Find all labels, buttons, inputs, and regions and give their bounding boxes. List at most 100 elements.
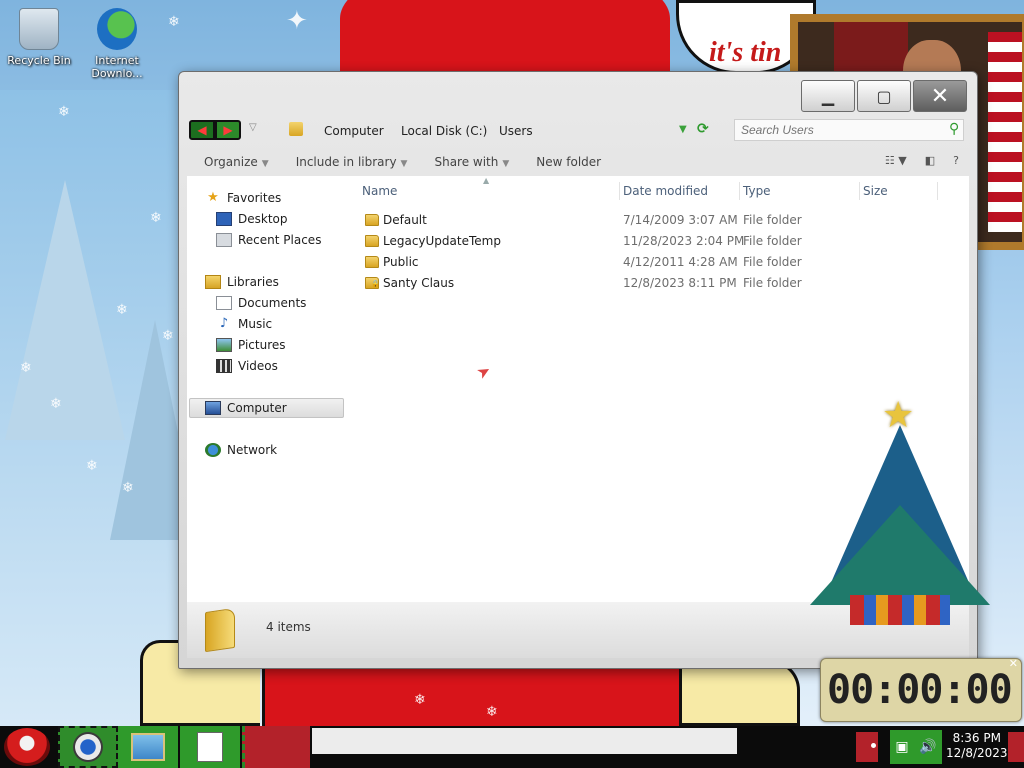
- wallpaper-snowy-tree: [5, 180, 125, 440]
- search-input[interactable]: [734, 119, 964, 141]
- nav-item-label: Music: [238, 317, 273, 331]
- recent-pages-dropdown[interactable]: ▽: [249, 122, 257, 133]
- chevron-down-icon: ▼: [261, 159, 269, 169]
- network-icon: [205, 443, 221, 457]
- taskbar-app-chrome[interactable]: [58, 726, 118, 768]
- nav-item-label: Videos: [238, 359, 278, 373]
- nav-computer[interactable]: Computer: [205, 401, 287, 415]
- column-divider[interactable]: [739, 182, 740, 200]
- nav-item-music[interactable]: ♪ Music: [216, 317, 273, 332]
- timer-gadget[interactable]: ✕ 00:00:00: [820, 657, 1022, 722]
- snowflake-icon: ❄: [20, 360, 32, 376]
- tray-dot-icon: [871, 743, 876, 748]
- nav-item-desktop[interactable]: Desktop: [216, 212, 288, 226]
- desktop-icon-label: Internet Downlo...: [91, 54, 143, 80]
- column-header-date-modified[interactable]: Date modified: [623, 184, 708, 198]
- column-header-name[interactable]: Name: [362, 184, 397, 198]
- breadcrumb-computer[interactable]: Computer: [324, 124, 384, 138]
- file-date: 7/14/2009 3:07 AM: [623, 213, 738, 227]
- minimize-button[interactable]: ▁: [801, 80, 855, 112]
- file-date: 4/12/2011 4:28 AM: [623, 255, 738, 269]
- address-bar[interactable]: Computer Local Disk (C:) Users: [269, 119, 719, 143]
- file-name: Public: [383, 255, 419, 269]
- help-icon[interactable]: ?: [953, 154, 959, 167]
- address-dropdown-arrow-icon[interactable]: ▼: [679, 124, 687, 135]
- taskbar-clock[interactable]: 8:36 PM 12/8/2023: [946, 731, 1008, 761]
- search-icon[interactable]: ⚲: [949, 121, 959, 137]
- close-button[interactable]: ✕: [913, 80, 967, 112]
- share-with-menu[interactable]: Share with ▼: [434, 155, 509, 169]
- browser-icon: [73, 732, 103, 762]
- nav-libraries[interactable]: Libraries: [205, 275, 279, 289]
- santa-body-illustration: [262, 664, 682, 726]
- preview-pane-icon[interactable]: ◧: [925, 154, 935, 167]
- gift-boxes: [850, 595, 950, 625]
- nav-item-recent-places[interactable]: Recent Places: [216, 233, 321, 247]
- column-divider[interactable]: [937, 182, 938, 200]
- forward-button[interactable]: ▶: [215, 120, 241, 140]
- snowflake-icon: ❄: [162, 328, 174, 344]
- taskbar-app-document[interactable]: [180, 726, 240, 768]
- desktop-icon: [216, 212, 232, 226]
- organize-label: Organize: [204, 155, 258, 169]
- organize-menu[interactable]: Organize ▼: [204, 155, 269, 169]
- volume-icon[interactable]: 🔊: [919, 739, 936, 755]
- star-icon: ★: [207, 190, 219, 205]
- desktop-icon-recycle-bin[interactable]: Recycle Bin: [0, 8, 78, 67]
- window-controls: ▁ ▢ ✕: [801, 80, 967, 112]
- close-icon: ✕: [930, 83, 950, 109]
- back-arrow-icon: ◀: [197, 123, 207, 137]
- file-row[interactable]: Public 4/12/2011 4:28 AM File folder: [357, 252, 957, 272]
- taskbar-app-slot[interactable]: [242, 726, 310, 768]
- new-folder-button[interactable]: New folder: [536, 155, 601, 169]
- taskbar-app-explorer[interactable]: [118, 726, 178, 768]
- nav-item-videos[interactable]: Videos: [216, 359, 278, 373]
- network-status-icon[interactable]: ▣: [895, 739, 908, 755]
- change-view-icon[interactable]: ☷ ▼: [885, 154, 907, 167]
- desktop-icon-internet-download-manager[interactable]: Internet Downlo...: [78, 8, 156, 80]
- start-button[interactable]: [4, 728, 50, 766]
- nav-item-documents[interactable]: Documents: [216, 296, 306, 310]
- include-in-library-label: Include in library: [295, 155, 397, 169]
- folder-icon: [365, 256, 379, 268]
- notification-area[interactable]: ▣ 🔊: [890, 730, 942, 764]
- nav-favorites[interactable]: ★ Favorites: [205, 190, 282, 206]
- column-header-type[interactable]: Type: [743, 184, 771, 198]
- christmas-tree-gadget: ★: [800, 395, 1000, 635]
- file-row[interactable]: Default 7/14/2009 3:07 AM File folder: [357, 210, 957, 230]
- star-icon: ★: [882, 395, 915, 436]
- recent-places-icon: [216, 233, 232, 247]
- column-divider[interactable]: [619, 182, 620, 200]
- nav-computer-label: Computer: [227, 401, 287, 415]
- nav-libraries-label: Libraries: [227, 275, 279, 289]
- folder-icon: [365, 214, 379, 226]
- maximize-button[interactable]: ▢: [857, 80, 911, 112]
- include-in-library-menu[interactable]: Include in library ▼: [296, 155, 408, 169]
- file-row[interactable]: LegacyUpdateTemp 11/28/2023 2:04 PM File…: [357, 231, 957, 251]
- snowflake-icon: ❄: [486, 704, 498, 720]
- column-header-size[interactable]: Size: [863, 184, 888, 198]
- sort-ascending-icon: ▲: [483, 176, 490, 185]
- pictures-icon: [216, 338, 232, 352]
- file-explorer-icon: [131, 733, 165, 761]
- nav-item-pictures[interactable]: Pictures: [216, 338, 286, 352]
- snowflake-icon: ❄: [58, 104, 70, 120]
- show-desktop-button[interactable]: [1008, 732, 1024, 762]
- back-button[interactable]: ◀: [189, 120, 215, 140]
- chevron-down-icon: ▼: [502, 159, 510, 169]
- column-divider[interactable]: [859, 182, 860, 200]
- file-type: File folder: [743, 213, 802, 227]
- sparkle-icon: ✦: [286, 6, 308, 36]
- snowflake-icon: ❄: [414, 692, 426, 708]
- download-manager-icon: [97, 8, 137, 50]
- breadcrumb-users[interactable]: Users: [499, 124, 533, 138]
- refresh-icon[interactable]: ⟳: [697, 121, 709, 137]
- breadcrumb-local-disk[interactable]: Local Disk (C:): [401, 124, 487, 138]
- navigation-pane: ★ Favorites Desktop Recent Places Librar…: [187, 176, 352, 602]
- videos-icon: [216, 359, 232, 373]
- snowflake-icon: ❄: [86, 458, 98, 474]
- nav-favorites-label: Favorites: [227, 191, 282, 205]
- nav-network[interactable]: Network: [205, 443, 277, 457]
- file-row[interactable]: Santy Claus 12/8/2023 8:11 PM File folde…: [357, 273, 957, 293]
- chevron-down-icon: ▼: [400, 159, 408, 169]
